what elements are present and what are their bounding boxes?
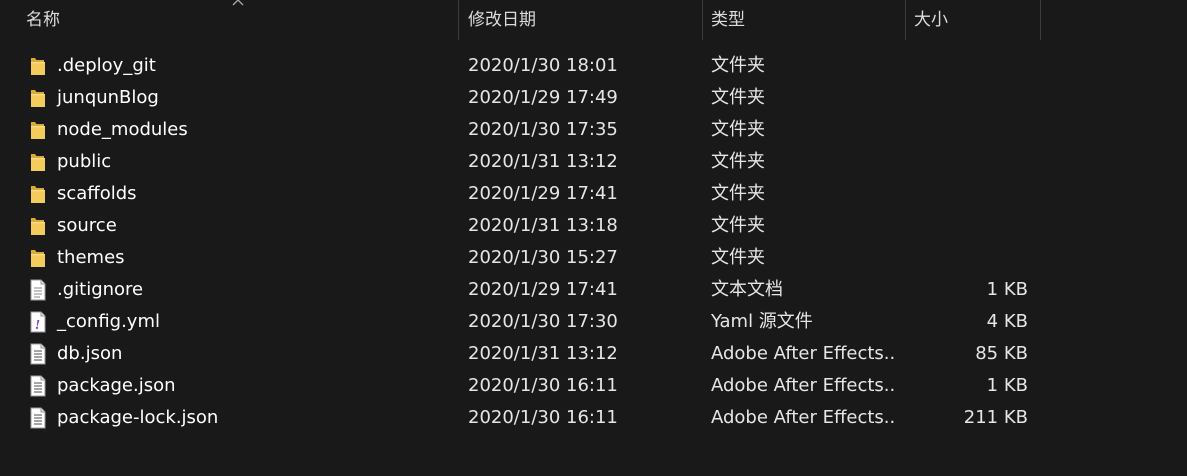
file-name: junqunBlog [57, 87, 159, 108]
file-type: Yaml 源文件 [711, 311, 813, 332]
file-modified-date: 2020/1/29 17:41 [468, 183, 618, 204]
file-size [900, 146, 1028, 178]
column-header-name-label: 名称 [26, 10, 60, 30]
svg-text:!: ! [35, 318, 40, 333]
folder-icon [28, 118, 48, 142]
file-name: db.json [57, 343, 123, 364]
file-modified-date: 2020/1/29 17:41 [468, 279, 618, 300]
file-type: Adobe After Effects... [711, 407, 896, 428]
file-type: Adobe After Effects... [711, 375, 896, 396]
folder-icon [28, 182, 48, 206]
file-modified-date: 2020/1/30 16:11 [468, 407, 618, 428]
text-document-icon [28, 278, 48, 302]
file-row[interactable]: db.json 2020/1/31 13:12 Adobe After Effect… [0, 338, 1187, 370]
file-size [900, 210, 1028, 242]
json-file-icon [28, 406, 48, 430]
file-modified-date: 2020/1/30 16:11 [468, 375, 618, 396]
file-size: 1 KB [986, 279, 1028, 300]
file-name: .gitignore [57, 279, 144, 300]
yaml-file-icon: ! [28, 310, 48, 334]
file-size [900, 242, 1028, 274]
file-modified-date: 2020/1/30 17:35 [468, 119, 618, 140]
file-size [900, 82, 1028, 114]
file-type: 文件夹 [711, 151, 765, 172]
column-header-modified[interactable]: 修改日期 [460, 0, 702, 40]
file-size: 4 KB [986, 311, 1028, 332]
file-row[interactable]: .deploy_git 2020/1/30 18:01 文件夹 [0, 50, 1187, 82]
file-size: 1 KB [986, 375, 1028, 396]
file-type: 文本文档 [711, 279, 783, 300]
sort-ascending-icon [232, 0, 244, 6]
file-type: 文件夹 [711, 87, 765, 108]
file-name: scaffolds [57, 183, 137, 204]
file-name: source [57, 215, 117, 236]
column-header-size-label: 大小 [914, 10, 948, 30]
file-name: themes [57, 247, 125, 268]
file-row[interactable]: .gitignore 2020/1/29 17:41 文本文档 1 KB [0, 274, 1187, 306]
folder-icon [28, 150, 48, 174]
file-type: 文件夹 [711, 55, 765, 76]
file-modified-date: 2020/1/30 15:27 [468, 247, 618, 268]
folder-icon [28, 54, 48, 78]
file-name: package-lock.json [57, 407, 219, 428]
file-type: 文件夹 [711, 183, 765, 204]
column-header-type[interactable]: 类型 [703, 0, 905, 40]
file-modified-date: 2020/1/31 13:12 [468, 343, 618, 364]
file-modified-date: 2020/1/31 13:18 [468, 215, 618, 236]
file-row[interactable]: junqunBlog 2020/1/29 17:49 文件夹 [0, 82, 1187, 114]
column-header-size[interactable]: 大小 [906, 0, 1040, 40]
file-name: package.json [57, 375, 176, 396]
file-size: 211 KB [963, 407, 1028, 428]
file-name: .deploy_git [57, 55, 156, 76]
file-row[interactable]: package-lock.json 2020/1/30 16:11 Adobe Af… [0, 402, 1187, 434]
file-size [900, 50, 1028, 82]
file-row[interactable]: node_modules 2020/1/30 17:35 文件夹 [0, 114, 1187, 146]
file-modified-date: 2020/1/30 18:01 [468, 55, 618, 76]
file-name: public [57, 151, 112, 172]
file-row[interactable]: scaffolds 2020/1/29 17:41 文件夹 [0, 178, 1187, 210]
file-type: 文件夹 [711, 215, 765, 236]
file-modified-date: 2020/1/30 17:30 [468, 311, 618, 332]
json-file-icon [28, 374, 48, 398]
file-size: 85 KB [975, 343, 1028, 364]
file-type: Adobe After Effects... [711, 343, 896, 364]
file-row[interactable]: package.json 2020/1/30 16:11 Adobe After E… [0, 370, 1187, 402]
folder-icon [28, 214, 48, 238]
folder-icon [28, 86, 48, 110]
column-divider[interactable] [458, 0, 459, 40]
file-type: 文件夹 [711, 247, 765, 268]
file-size [900, 114, 1028, 146]
file-row[interactable]: ! _config.yml 2020/1/30 17:30 Yaml 源文件 4 KB [0, 306, 1187, 338]
file-size [900, 178, 1028, 210]
column-header-type-label: 类型 [711, 10, 745, 30]
file-modified-date: 2020/1/31 13:12 [468, 151, 618, 172]
file-row[interactable]: public 2020/1/31 13:12 文件夹 [0, 146, 1187, 178]
folder-icon [28, 246, 48, 270]
file-modified-date: 2020/1/29 17:49 [468, 87, 618, 108]
file-name: _config.yml [57, 311, 160, 332]
column-divider[interactable] [1040, 0, 1041, 40]
file-row[interactable]: themes 2020/1/30 15:27 文件夹 [0, 242, 1187, 274]
column-header-modified-label: 修改日期 [468, 10, 536, 30]
file-row[interactable]: source 2020/1/31 13:18 文件夹 [0, 210, 1187, 242]
column-header-bar: 名称 修改日期 类型 大小 [0, 0, 1187, 40]
file-name: node_modules [57, 119, 188, 140]
json-file-icon [28, 342, 48, 366]
file-type: 文件夹 [711, 119, 765, 140]
